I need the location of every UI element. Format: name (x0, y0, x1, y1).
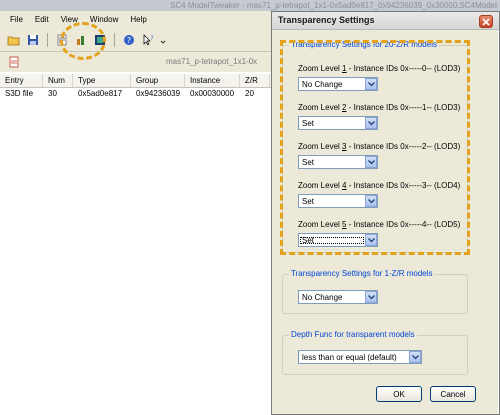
chevron-down-icon (365, 291, 377, 303)
column-num[interactable]: Num (43, 74, 73, 87)
transparency-settings-dialog: Transparency Settings Transparency Setti… (271, 11, 500, 415)
svg-text:?: ? (127, 36, 131, 45)
cell-instance: 0x00030000 (190, 89, 235, 98)
cancel-button[interactable]: Cancel (430, 386, 476, 402)
cell-group: 0x94236039 (136, 89, 181, 98)
column-zr[interactable]: Z/R (240, 74, 270, 87)
depth-func-select[interactable]: less than or equal (default) (298, 350, 422, 364)
menu-help[interactable]: Help (124, 15, 152, 24)
window-title: SC4 ModelTweaker - mas71_p-tetrapot_1x1-… (0, 0, 500, 11)
column-instance[interactable]: Instance (185, 74, 240, 87)
toolbar-highlight-annotation (60, 22, 106, 60)
cell-entry: S3D file (5, 89, 34, 98)
save-icon[interactable] (25, 32, 41, 48)
menu-file[interactable]: File (4, 15, 29, 24)
toolbar-overflow-icon[interactable] (159, 32, 167, 48)
toolbar-separator (114, 32, 115, 47)
open-folder-icon[interactable] (6, 32, 22, 48)
column-type[interactable]: Type (73, 74, 131, 87)
document-title: mas71_p-tetrapot_1x1-0x (166, 57, 258, 66)
column-group[interactable]: Group (131, 74, 185, 87)
group-1zr: Transparency Settings for 1-Z/R models N… (282, 269, 468, 314)
ok-button[interactable]: OK (376, 386, 422, 402)
column-entry[interactable]: Entry (0, 74, 43, 87)
context-help-icon[interactable]: ? (140, 32, 156, 48)
close-button[interactable] (479, 15, 493, 28)
document-icon[interactable] (6, 54, 22, 70)
menu-edit[interactable]: Edit (29, 15, 55, 24)
settings-highlight-annotation (280, 40, 470, 255)
group-1zr-legend: Transparency Settings for 1-Z/R models (289, 269, 435, 278)
close-icon (482, 17, 490, 26)
group-1zr-select[interactable]: No Change (298, 290, 378, 304)
chevron-down-icon (409, 351, 421, 363)
svg-text:?: ? (150, 35, 153, 42)
group-depth-func-legend: Depth Func for transparent models (289, 330, 417, 339)
help-icon[interactable]: ? (121, 32, 137, 48)
cell-num: 30 (48, 89, 57, 98)
group-depth-func: Depth Func for transparent models less t… (282, 330, 468, 375)
cell-zr: 20 (245, 89, 254, 98)
dialog-titlebar[interactable]: Transparency Settings (272, 12, 499, 30)
toolbar-separator (47, 32, 48, 47)
dialog-title: Transparency Settings (278, 15, 375, 25)
cell-type: 0x5ad0e817 (78, 89, 123, 98)
